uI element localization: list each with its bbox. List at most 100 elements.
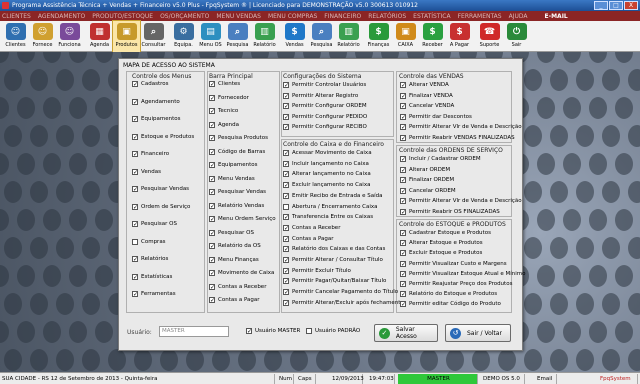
checkbox-box[interactable]: ✓ <box>132 256 138 263</box>
checkbox-box[interactable]: ✓ <box>400 82 406 89</box>
checkbox-box[interactable]: ✓ <box>209 202 215 209</box>
checkbox-box[interactable]: ✓ <box>400 134 406 141</box>
minimize-button[interactable]: _ <box>594 1 608 10</box>
barra-checkbox[interactable]: ✓ Pesquisar Vendas <box>209 189 266 196</box>
toolbar-button[interactable]: ☺ Fornece <box>29 21 56 52</box>
barra-checkbox[interactable]: ✓ Menu Finanças <box>209 256 259 263</box>
checkbox-box[interactable]: ✓ <box>400 208 406 215</box>
checkbox-box[interactable]: ✓ <box>283 235 289 242</box>
barra-checkbox[interactable]: ✓ Contas a Receber <box>209 283 266 290</box>
barra-checkbox[interactable]: ✓ Agenda <box>209 121 239 128</box>
menus-checkbox[interactable]: ✓ Ferramentas <box>132 291 176 298</box>
menus-checkbox[interactable]: ✓ Vendas <box>132 168 161 175</box>
caixa-checkbox[interactable]: ✓ Relatório dos Caixas e das Contas <box>283 246 385 253</box>
checkbox-box[interactable]: ✓ <box>209 229 215 236</box>
checkbox-box[interactable]: ✓ <box>283 103 289 110</box>
estoque-checkbox[interactable]: ✓ Relatório do Estoque e Produtos <box>400 291 497 298</box>
toolbar-button[interactable]: $ A Pagar <box>446 21 473 52</box>
checkbox-box[interactable]: ✓ <box>400 198 406 205</box>
checkbox-box[interactable] <box>283 203 289 210</box>
checkbox-box[interactable]: ✓ <box>400 250 406 257</box>
checkbox-box[interactable]: ✓ <box>283 299 289 306</box>
menus-checkbox[interactable]: ✓ Cadastros <box>132 81 168 88</box>
caixa-checkbox[interactable]: Abertura / Encerramento Caixa <box>283 203 378 210</box>
ordens-checkbox[interactable]: ✓ Permitir Reabrir OS FINALIZADAS <box>400 208 500 215</box>
checkbox-box[interactable]: ✓ <box>283 160 289 167</box>
estoque-checkbox[interactable]: ✓ Excluir Estoque e Produtos <box>400 250 482 257</box>
checkbox-box[interactable]: ✓ <box>283 257 289 264</box>
menus-checkbox[interactable]: ✓ Financeiro <box>132 151 169 158</box>
vendas-checkbox[interactable]: ✓ Permitir Alterar Vlr de Venda e Descriç… <box>400 124 522 131</box>
checkbox-box[interactable]: ✓ <box>400 270 406 277</box>
vendas-checkbox[interactable]: ✓ Alterar VENDA <box>400 82 449 89</box>
checkbox-box[interactable]: ✓ <box>132 133 138 140</box>
menu-item[interactable]: CLIENTES <box>2 13 31 20</box>
checkbox-box[interactable]: ✓ <box>400 113 406 120</box>
checkbox-box[interactable]: ✓ <box>400 166 406 173</box>
toolbar-button[interactable]: ☺ Funciona <box>56 21 83 52</box>
caixa-checkbox[interactable]: ✓ Permitir Excluir Título <box>283 267 351 274</box>
checkbox-box[interactable]: ✓ <box>209 135 215 142</box>
ordens-checkbox[interactable]: ✓ Finalizar ORDEM <box>400 177 454 184</box>
checkbox-box[interactable]: ✓ <box>209 283 215 290</box>
checkbox-box[interactable]: ✓ <box>283 224 289 231</box>
barra-checkbox[interactable]: ✓ Tecnico <box>209 108 238 115</box>
barra-checkbox[interactable]: ✓ Contas a Pagar <box>209 297 260 304</box>
toolbar-button[interactable]: ▥ Relatório <box>335 21 362 52</box>
menus-checkbox[interactable]: ✓ Estatísticas <box>132 273 172 280</box>
checkbox-box[interactable]: ✓ <box>132 116 138 123</box>
menu-item[interactable]: ESTATÍSTICA <box>413 13 450 20</box>
checkbox-box[interactable]: ✓ <box>132 221 138 228</box>
checkbox-box[interactable]: ✓ <box>209 243 215 250</box>
menu-item[interactable]: MENU VENDAS <box>216 13 261 20</box>
checkbox-box[interactable]: ✓ <box>132 186 138 193</box>
checkbox-box[interactable]: ✓ <box>283 92 289 99</box>
barra-checkbox[interactable]: ✓ Fornecedor <box>209 94 249 101</box>
checkbox-box[interactable]: ✓ <box>209 175 215 182</box>
checkbox-box[interactable]: ✓ <box>283 124 289 131</box>
toolbar-button[interactable]: ☎ Suporte <box>476 21 503 52</box>
caixa-checkbox[interactable]: ✓ Emitir Recibo de Entrada e Saída <box>283 192 383 199</box>
close-button[interactable]: X <box>624 1 638 10</box>
checkbox-box[interactable]: ✓ <box>132 273 138 280</box>
toolbar-button[interactable]: ▦ Agenda <box>86 21 113 52</box>
checkbox-box[interactable]: ✓ <box>209 270 215 277</box>
checkbox-box[interactable]: ✓ <box>132 151 138 158</box>
checkbox-box[interactable]: ✓ <box>283 182 289 189</box>
config-checkbox[interactable]: ✓ Permitir Controlar Usuários <box>283 82 366 89</box>
master-checkbox-box[interactable]: ✓ <box>246 328 252 335</box>
toolbar-button[interactable]: ⌕ Pesquisa <box>308 21 335 52</box>
checkbox-box[interactable]: ✓ <box>132 291 138 298</box>
estoque-checkbox[interactable]: ✓ Cadastrar Estoque e Produtos <box>400 230 491 237</box>
checkbox-box[interactable]: ✓ <box>400 103 406 110</box>
caixa-checkbox[interactable]: ✓ Excluir lançamento no Caixa <box>283 182 370 189</box>
menu-item[interactable]: OS/ORÇAMENTO <box>160 13 209 20</box>
checkbox-box[interactable]: ✓ <box>283 289 289 296</box>
menus-checkbox[interactable]: ✓ Agendamento <box>132 98 180 105</box>
toolbar-button[interactable]: ▣ Produtos <box>112 20 141 53</box>
caixa-checkbox[interactable]: ✓ Permitir Alterar/Excluir após fechament… <box>283 299 404 306</box>
checkbox-box[interactable]: ✓ <box>209 94 215 101</box>
toolbar-button[interactable]: ▥ Relatório <box>251 21 278 52</box>
config-checkbox[interactable]: ✓ Permitir Configurar ORDEM <box>283 103 367 110</box>
caixa-checkbox[interactable]: ✓ Permitir Cancelar Pagamento do Título <box>283 289 398 296</box>
toolbar-button[interactable]: ▣ CAIXA <box>392 21 419 52</box>
checkbox-box[interactable]: ✓ <box>209 216 215 223</box>
menus-checkbox[interactable]: ✓ Pesquisar OS <box>132 221 177 228</box>
config-checkbox[interactable]: ✓ Permitir Alterar Registro <box>283 92 358 99</box>
checkbox-box[interactable]: ✓ <box>209 256 215 263</box>
checkbox-box[interactable]: ✓ <box>209 148 215 155</box>
checkbox-box[interactable]: ✓ <box>209 108 215 115</box>
checkbox-box[interactable] <box>132 238 138 245</box>
master-checkbox[interactable]: ✓ Usuário MASTER <box>246 328 300 335</box>
estoque-checkbox[interactable]: ✓ Permitir Reajustar Preço dos Produtos <box>400 281 512 288</box>
checkbox-box[interactable]: ✓ <box>209 81 215 88</box>
checkbox-box[interactable]: ✓ <box>283 278 289 285</box>
menu-item[interactable]: AJUDA <box>509 13 528 20</box>
checkbox-box[interactable]: ✓ <box>400 230 406 237</box>
menu-item[interactable]: MENU COMPRAS <box>268 13 317 20</box>
toolbar-button[interactable]: ☺ Clientes <box>2 21 29 52</box>
barra-checkbox[interactable]: ✓ Movimento de Caixa <box>209 270 274 277</box>
caixa-checkbox[interactable]: ✓ Permitir Pagar/Quitar/Baixar Título <box>283 278 386 285</box>
vendas-checkbox[interactable]: ✓ Permitir Reabrir VENDAS FINALIZADAS <box>400 134 515 141</box>
